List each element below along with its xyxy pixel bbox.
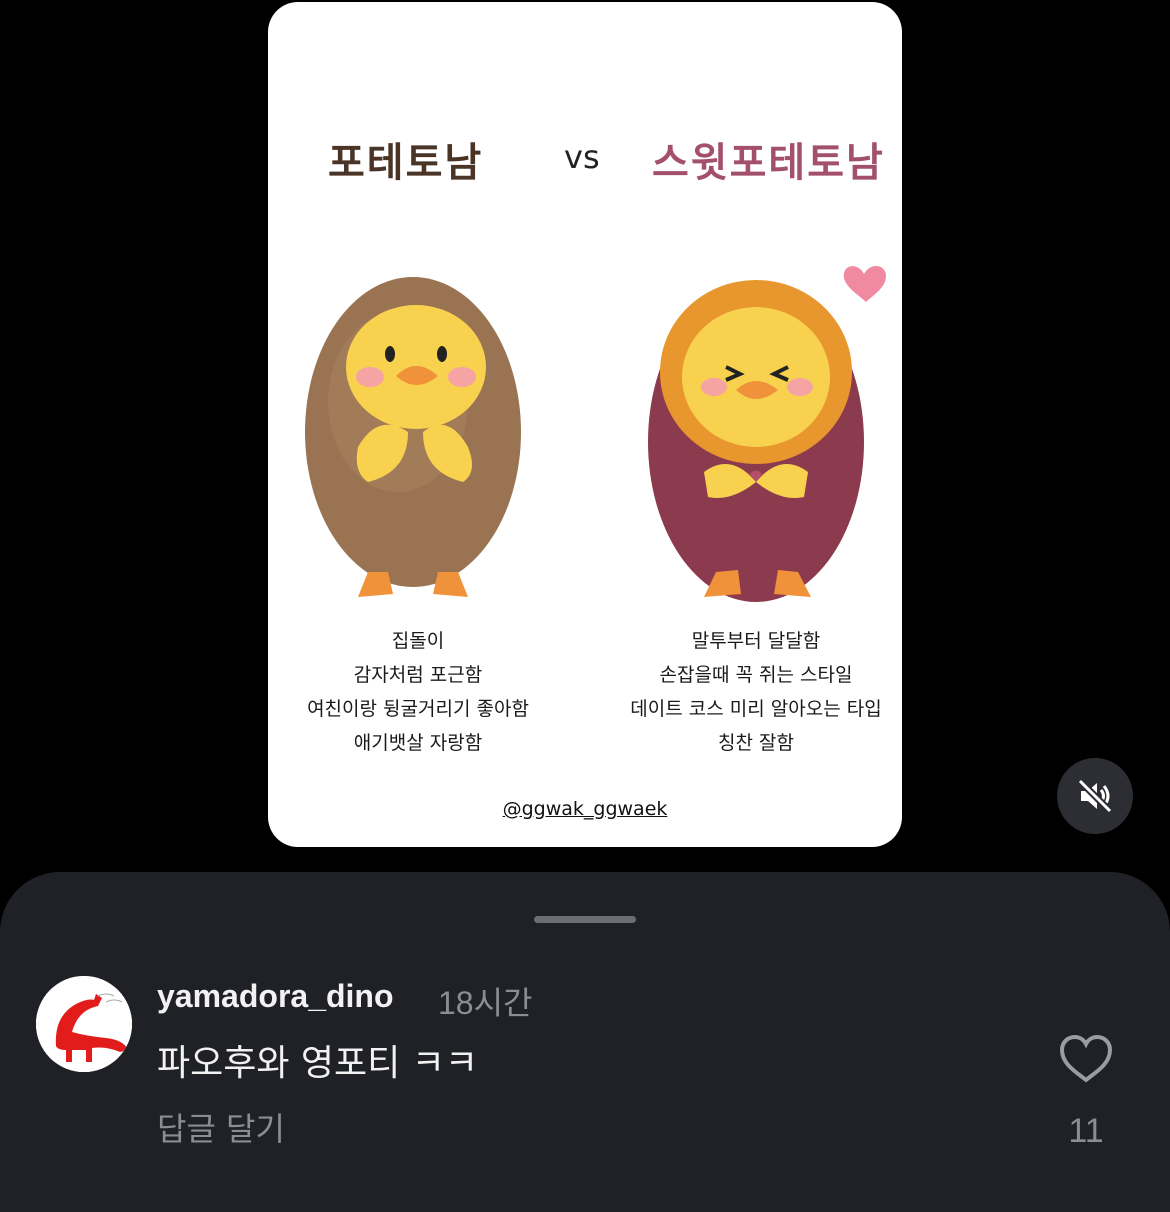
desc-right-line: 칭찬 잘함	[718, 732, 794, 754]
title-vs: vs	[564, 138, 600, 176]
desc-left-line: 여친이랑 뒹굴거리기 좋아함	[307, 698, 529, 720]
post-image-card[interactable]: 포테토남 vs 스윗포테토남 집돌이 감자처럼 포근함 여친이랑 뒹굴거리기 좋…	[268, 2, 902, 847]
speaker-muted-icon	[1077, 778, 1113, 814]
avatar[interactable]	[36, 976, 132, 1072]
comments-sheet: yamadora_dino 18시간 파오후와 영포티 ㅋㅋ 답글 달기 11	[0, 872, 1170, 1212]
title-potato-man: 포테토남	[328, 140, 484, 186]
potato-duck-illustration	[305, 277, 521, 597]
reply-button[interactable]: 답글 달기	[157, 1104, 285, 1150]
desc-left-line: 감자처럼 포근함	[353, 664, 483, 686]
sweet-potato-duck-illustration	[648, 265, 886, 602]
desc-right-line: 말투부터 달달함	[691, 630, 821, 652]
comment-timestamp: 18시간	[438, 985, 533, 1021]
desc-right-line: 손잡을때 꼭 쥐는 스타일	[659, 664, 853, 686]
comment-username[interactable]: yamadora_dino	[157, 978, 394, 1015]
description-left: 집돌이 감자처럼 포근함 여친이랑 뒹굴거리기 좋아함 애기뱃살 자랑함	[268, 624, 568, 760]
heart-outline-icon	[1059, 1034, 1113, 1083]
sheet-grabber[interactable]	[534, 916, 636, 923]
author-handle: @ggwak_ggwaek	[502, 798, 668, 820]
mute-button[interactable]	[1057, 758, 1133, 834]
comment-text: 파오후와 영포티 ㅋㅋ	[157, 1043, 478, 1084]
description-right: 말투부터 달달함 손잡을때 꼭 쥐는 스타일 데이트 코스 미리 알아오는 타입…	[606, 624, 902, 760]
like-button[interactable]	[1058, 1034, 1114, 1084]
desc-left-line: 애기뱃살 자랑함	[353, 732, 483, 754]
like-count: 11	[1068, 1112, 1104, 1150]
desc-right-line: 데이트 코스 미리 알아오는 타입	[630, 698, 882, 720]
title-sweet-potato-man: 스윗포테토남	[652, 140, 885, 186]
desc-left-line: 집돌이	[391, 630, 445, 652]
dinosaur-avatar-icon	[36, 976, 132, 1072]
